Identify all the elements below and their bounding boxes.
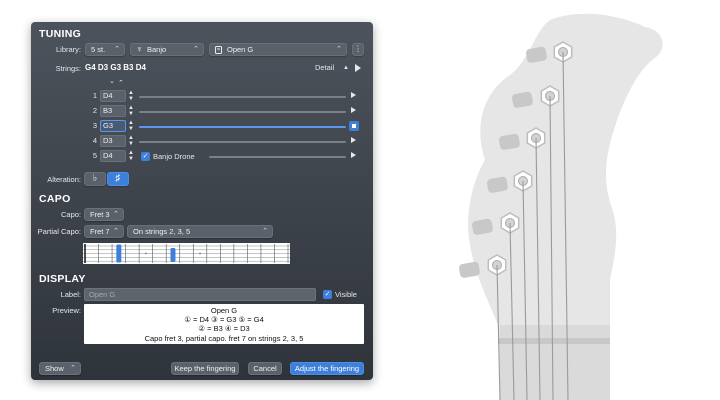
library-icon: [215, 46, 222, 54]
play-icon[interactable]: [351, 137, 356, 143]
string-number: 1: [92, 91, 97, 100]
detail-button-label: Detail: [315, 63, 335, 72]
library-label: Library:: [55, 45, 81, 54]
preview-line: ② = B3 ④ = D3: [198, 324, 250, 334]
strings-count-value: 5 st.: [91, 45, 106, 54]
string-row-selected[interactable]: 3 G3 ▲ ▼: [89, 120, 359, 133]
tuning-panel: TUNING Library: 5 st. ⌃ ♆ Banjo ⌃ Open G…: [31, 22, 373, 380]
partial-capo-label: Partial Capo:: [37, 227, 81, 236]
string-number: 4: [92, 136, 97, 145]
capo-fret-value: Fret 3: [90, 210, 110, 219]
tuning-heading: TUNING: [39, 28, 82, 40]
visible-checkbox[interactable]: ✓: [323, 290, 332, 299]
string-note-field[interactable]: D4: [100, 90, 126, 102]
keep-fingering-button[interactable]: Keep the fingering: [171, 362, 239, 375]
string-row[interactable]: 2 B3 ▲ ▼: [89, 105, 359, 118]
sharp-button[interactable]: ♯: [107, 172, 129, 186]
chevron-down-icon[interactable]: ⌄: [109, 77, 115, 85]
chevron-updown-icon: ⌃: [336, 46, 342, 53]
strings-label: Strings:: [55, 64, 81, 73]
stepper-icon[interactable]: ▲ ▼: [128, 120, 134, 132]
string-number: 5: [92, 151, 97, 160]
banjo-icon: ♆: [136, 44, 143, 54]
visible-label: Visible: [335, 290, 357, 299]
stepper-icon[interactable]: ▲ ▼: [128, 135, 134, 147]
capo-fret-select[interactable]: Fret 3 ⌃: [84, 208, 124, 221]
partial-capo-fret-select[interactable]: Fret 7 ⌃: [84, 225, 124, 238]
tuning-select[interactable]: Open G ⌃: [209, 43, 347, 56]
instrument-value: Banjo: [147, 45, 167, 54]
string-number: 3: [92, 121, 97, 130]
neck: [500, 325, 610, 400]
preview-line: ① = D4 ③ = G3 ⑤ = G4: [184, 315, 264, 325]
detail-button[interactable]: Detail ▲: [315, 62, 349, 74]
string-row[interactable]: 5 D4 ▲ ▼ ✓ Banjo Drone: [89, 150, 359, 163]
preview-line: Open G: [210, 306, 238, 315]
adjust-fingering-button[interactable]: Adjust the fingering: [290, 362, 364, 375]
string-note-field[interactable]: D3: [100, 135, 126, 147]
chevron-up-icon[interactable]: ⌃: [118, 79, 124, 87]
partial-capo-marker: [170, 248, 176, 262]
string-line[interactable]: [139, 111, 346, 113]
partial-capo-strings-select[interactable]: On strings 2, 3, 5 ⌃: [127, 225, 273, 238]
more-options-button[interactable]: ⋮: [352, 43, 364, 56]
stepper-icon[interactable]: ▲ ▼: [128, 150, 134, 162]
string-line[interactable]: [139, 141, 346, 143]
strings-value: G4 D3 G3 B3 D4: [85, 63, 146, 72]
string-note-field[interactable]: D4: [100, 150, 126, 162]
strings-count-select[interactable]: 5 st. ⌃: [85, 43, 125, 56]
string-row[interactable]: 1 D4 ▲ ▼: [89, 90, 359, 103]
capo-label: Capo:: [60, 210, 81, 219]
partial-capo-fret-value: Fret 7: [90, 227, 110, 236]
fret-marker: [145, 252, 147, 255]
display-heading: DISPLAY: [39, 273, 86, 285]
label-input[interactable]: Open G: [84, 288, 316, 301]
chevron-updown-icon: ⌃: [113, 228, 119, 235]
fret-marker: [199, 252, 201, 255]
string-row[interactable]: 4 D3 ▲ ▼: [89, 135, 359, 148]
preview-label: Preview:: [52, 306, 81, 315]
capo-heading: CAPO: [39, 193, 71, 205]
banjo-drone-label: Banjo Drone: [153, 152, 195, 161]
tuner-key: [458, 261, 480, 278]
string-line[interactable]: [139, 126, 346, 128]
nut: [498, 338, 610, 344]
stepper-icon[interactable]: ▲ ▼: [128, 105, 134, 117]
chevron-updown-icon: ⌃: [262, 228, 268, 235]
banjo-drone-checkbox[interactable]: ✓: [141, 152, 150, 161]
alteration-label: Alteration:: [47, 175, 81, 184]
preview-line: Capo fret 3, partial capo. fret 7 on str…: [144, 333, 304, 343]
transpose-all-control[interactable]: ⌄ ⌃: [109, 77, 129, 87]
preview-box: Open G ① = D4 ③ = G3 ⑤ = G4 ② = B3 ④ = D…: [84, 304, 364, 344]
stop-icon: [352, 124, 356, 128]
show-select[interactable]: Show ⌃: [39, 362, 81, 375]
capo-fretboard[interactable]: [83, 243, 290, 264]
string-line[interactable]: [139, 96, 346, 98]
chevron-updown-icon: ⌃: [193, 46, 199, 53]
string-note-field[interactable]: G3: [100, 120, 126, 132]
label-label: Label:: [60, 290, 81, 299]
play-icon[interactable]: [355, 64, 361, 72]
triangle-up-icon: ▲: [343, 65, 349, 71]
chevron-updown-icon: ⌃: [114, 46, 120, 53]
headstock-illustration: [458, 13, 663, 400]
play-icon[interactable]: [351, 92, 356, 98]
play-icon[interactable]: [351, 107, 356, 113]
chevron-updown-icon: ⌃: [113, 211, 119, 218]
cancel-button[interactable]: Cancel: [248, 362, 282, 375]
string-line[interactable]: [209, 156, 346, 158]
string-note-field[interactable]: B3: [100, 105, 126, 117]
chevron-updown-icon: ⌃: [70, 365, 76, 372]
partial-capo-strings-value: On strings 2, 3, 5: [133, 227, 191, 236]
play-icon[interactable]: [351, 152, 356, 158]
capo-marker: [116, 244, 122, 263]
show-select-value: Show: [45, 364, 64, 373]
instrument-select[interactable]: ♆ Banjo ⌃: [130, 43, 204, 56]
tuning-value: Open G: [227, 45, 254, 54]
play-button-selected[interactable]: [349, 121, 359, 131]
flat-button[interactable]: ♭: [84, 172, 106, 186]
string-number: 2: [92, 106, 97, 115]
stepper-icon[interactable]: ▲ ▼: [128, 90, 134, 102]
